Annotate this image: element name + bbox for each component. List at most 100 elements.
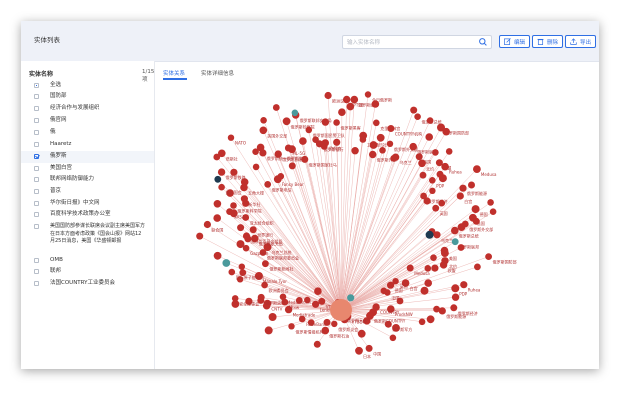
graph-node[interactable] [351,147,359,155]
graph-node[interactable] [451,226,459,235]
search-box[interactable]: 输入实体名称 [342,35,492,49]
graph-node[interactable] [441,249,449,257]
graph-node[interactable] [485,253,492,260]
entity-checkbox[interactable] [34,269,39,274]
entity-list-item[interactable]: 美国白宫 [21,163,154,174]
graph-node[interactable] [282,117,291,126]
graph-node[interactable] [457,244,465,251]
graph-node[interactable] [426,315,435,324]
graph-node[interactable] [217,168,226,176]
entity-checkbox[interactable] [34,130,39,135]
entity-list-item[interactable]: 普京 [21,186,154,198]
graph-node[interactable] [369,141,378,149]
graph-node[interactable] [364,91,372,98]
graph-node[interactable] [213,214,221,222]
entity-checkbox[interactable] [34,106,39,111]
graph-node[interactable] [423,197,431,205]
entity-checkbox[interactable] [34,83,39,88]
graph-node[interactable] [487,199,494,206]
entity-list-item[interactable]: 俄官网 [21,115,154,127]
graph-node[interactable] [380,287,388,295]
graph-node[interactable] [324,91,332,100]
graph-node[interactable] [346,102,355,111]
graph-node[interactable] [333,119,340,126]
graph-node[interactable] [419,171,427,179]
graph-node[interactable] [459,184,467,192]
graph-node[interactable] [433,231,441,239]
graph-node[interactable] [457,223,466,232]
graph-node[interactable] [418,159,426,168]
entity-checkbox[interactable] [34,224,39,229]
graph-node[interactable] [409,142,417,151]
graph-node[interactable] [305,126,313,134]
graph-node[interactable] [321,139,329,147]
graph-node[interactable] [213,251,222,260]
graph-node[interactable] [410,106,418,114]
graph-node[interactable] [432,149,439,156]
entity-checkbox[interactable] [34,258,39,263]
graph-node[interactable] [274,150,282,158]
graph-node[interactable] [451,238,459,246]
graph-node[interactable] [369,150,377,159]
graph-node[interactable] [214,175,222,183]
graph-node[interactable] [218,149,226,158]
graph-node[interactable] [429,187,436,194]
graph-node[interactable] [473,165,481,173]
graph-node[interactable] [451,293,460,301]
graph-node[interactable] [418,318,426,326]
entity-list-item[interactable]: 国防部 [21,91,154,103]
graph-node[interactable] [256,143,265,152]
entity-list-item[interactable]: 美国国防部参谋长联席会议副主席美国军方在日本方面考虑政策《国会山报》网站12月2… [21,221,154,255]
graph-node[interactable] [451,284,460,293]
graph-node[interactable] [238,263,245,270]
graph-node[interactable] [288,323,295,330]
entity-checkbox[interactable] [34,142,39,147]
graph-node[interactable] [313,340,321,348]
graph-node[interactable] [230,202,237,209]
graph-node[interactable] [420,286,429,295]
graph-node[interactable] [389,334,397,342]
entity-checkbox[interactable] [34,94,39,99]
entity-list-item[interactable]: 经济合作与发展组织 [21,103,154,115]
graph-node[interactable] [425,230,434,239]
graph-node[interactable] [242,232,251,240]
entity-checkbox[interactable] [34,177,39,182]
edit-button[interactable]: 编辑 [499,35,531,48]
graph-node[interactable] [415,153,423,161]
graph-node[interactable] [272,104,280,111]
graph-node[interactable] [379,147,386,154]
entity-checkbox[interactable] [34,154,39,159]
graph-node[interactable] [442,127,451,136]
graph-node[interactable] [222,259,231,267]
graph-node[interactable] [386,140,394,147]
tab-relations[interactable]: 实体关系 [163,69,188,80]
graph-node[interactable] [471,205,480,214]
delete-button[interactable]: 删除 [532,35,564,48]
graph-node[interactable] [237,224,245,232]
export-button[interactable]: 导出 [565,35,597,48]
graph-node[interactable] [456,192,464,200]
graph-node[interactable] [227,134,235,141]
graph-node[interactable] [262,260,269,268]
graph-node[interactable] [228,268,236,276]
graph-node[interactable] [252,163,260,171]
search-icon[interactable] [478,37,488,47]
entity-list-item[interactable]: 全选 [21,80,154,91]
graph-node[interactable] [226,208,233,215]
graph-node[interactable] [489,208,497,215]
graph-node[interactable] [230,168,238,176]
graph-node[interactable] [430,254,437,261]
graph-node[interactable] [314,287,322,295]
graph-node[interactable] [357,329,366,338]
graph-node[interactable] [376,133,385,142]
graph-node[interactable] [343,95,351,104]
graph-node[interactable] [257,293,265,301]
graph-node[interactable] [433,305,440,313]
graph-node[interactable] [431,264,439,272]
graph-node[interactable] [259,126,268,135]
entity-list-item[interactable]: 华尔街日报》中文网 [21,198,154,209]
graph-node[interactable] [441,162,449,171]
graph-node[interactable] [391,153,400,161]
entity-checkbox[interactable] [34,201,39,206]
graph-node[interactable] [312,300,320,308]
